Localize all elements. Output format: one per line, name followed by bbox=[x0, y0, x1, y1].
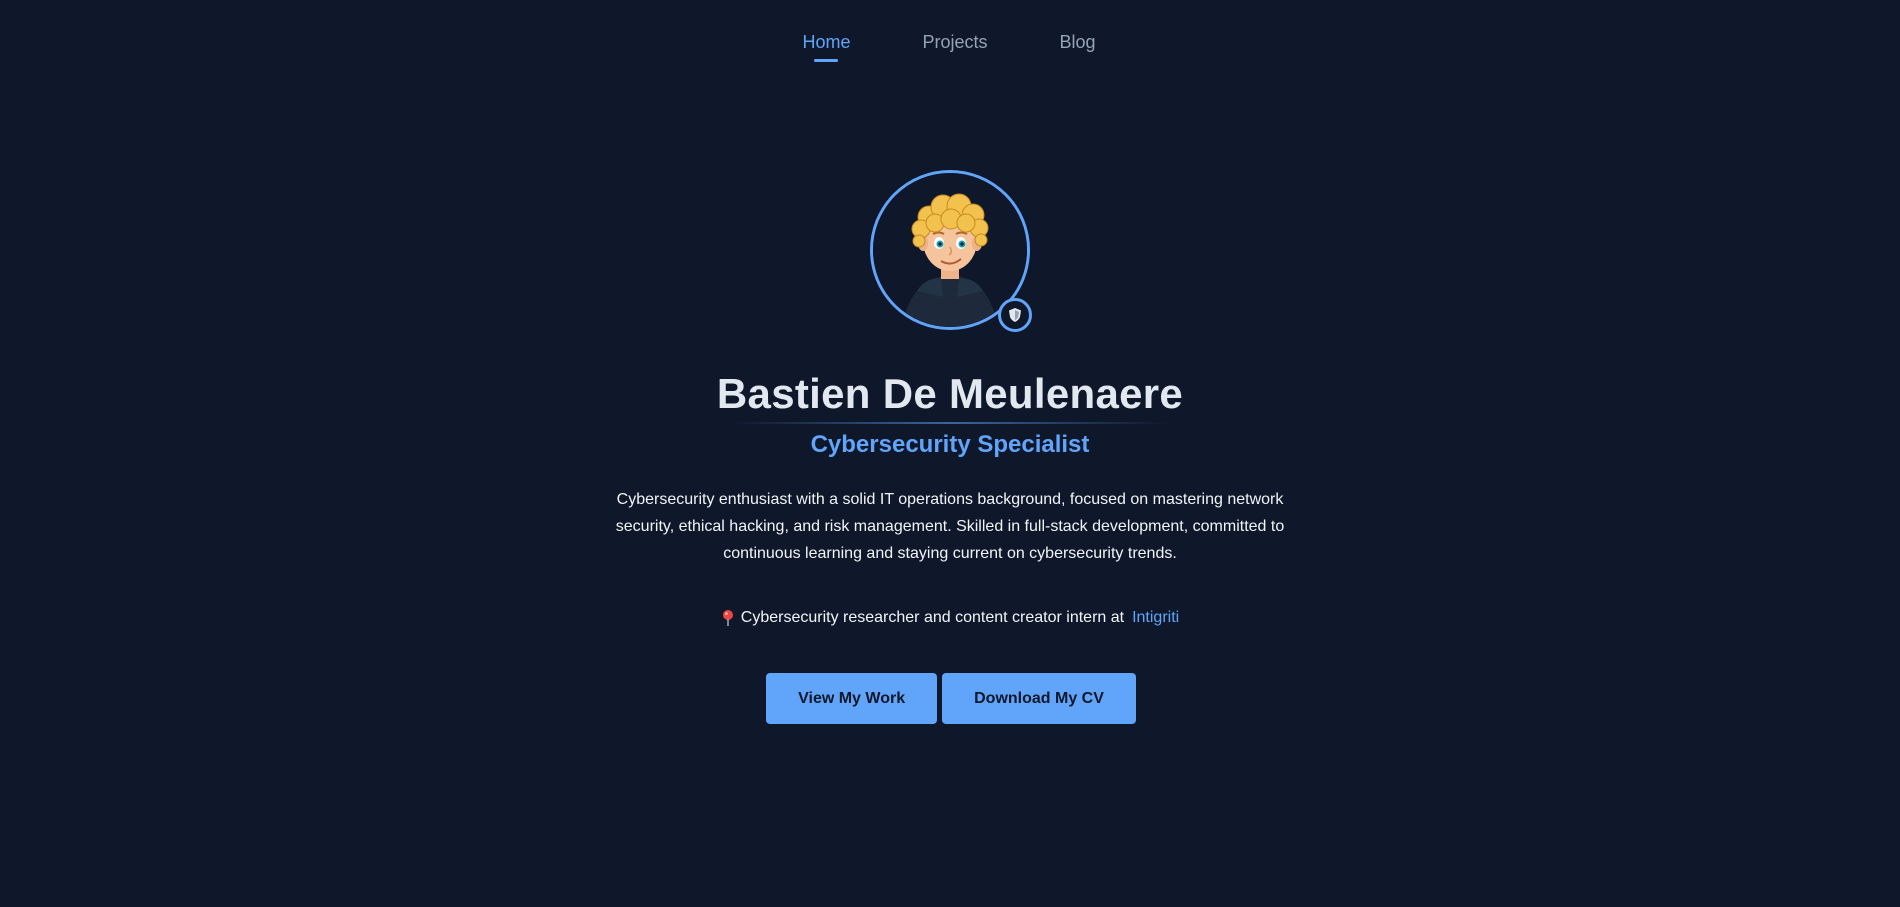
view-work-button[interactable]: View My Work bbox=[766, 673, 938, 724]
location-text: Cybersecurity researcher and content cre… bbox=[740, 609, 1125, 626]
job-title: Cybersecurity Specialist bbox=[810, 431, 1090, 458]
page-title: Bastien De Meulenaere bbox=[716, 370, 1184, 417]
download-cv-button[interactable]: Download My CV bbox=[942, 673, 1136, 724]
shield-badge bbox=[998, 298, 1032, 332]
cta-buttons: View My Work Download My CV bbox=[766, 673, 1136, 724]
location-line: Cybersecurity researcher and content cre… bbox=[721, 607, 1179, 629]
hero-section: Bastien De Meulenaere Cybersecurity Spec… bbox=[0, 0, 1900, 724]
bio-text: Cybersecurity enthusiast with a solid IT… bbox=[615, 491, 1285, 562]
avatar-container bbox=[870, 170, 1032, 332]
intigriti-link[interactable]: Intigriti bbox=[1132, 607, 1179, 629]
title-divider bbox=[730, 422, 1170, 424]
pin-icon bbox=[721, 609, 735, 627]
shield-icon bbox=[1009, 308, 1021, 322]
